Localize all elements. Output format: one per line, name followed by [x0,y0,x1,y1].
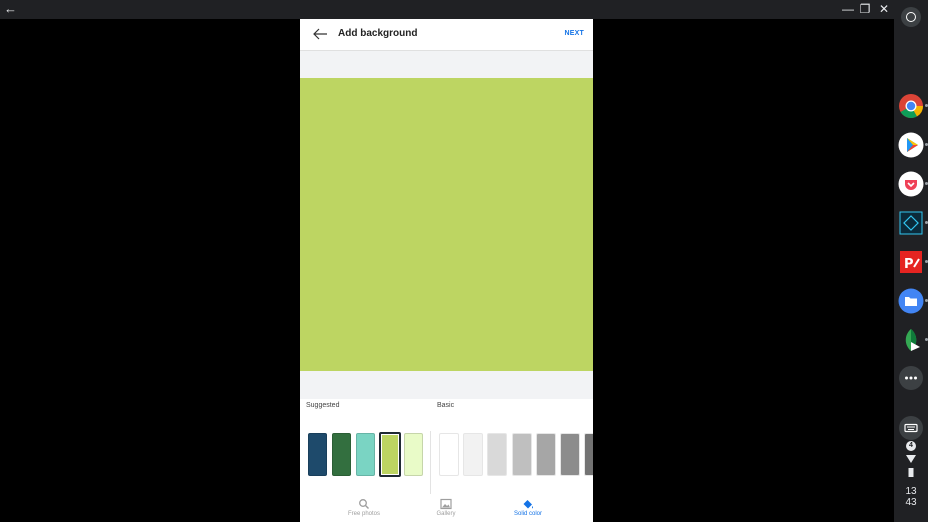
battery-icon [908,468,914,477]
suggested-swatch[interactable] [308,433,327,476]
next-button[interactable]: NEXT [565,30,584,37]
basic-swatch[interactable] [439,433,459,476]
bottom-navigation: Free photos Gallery Solid color [300,494,593,522]
basic-label: Basic [437,402,455,409]
suggested-swatch[interactable] [332,433,351,476]
keyboard-icon[interactable] [898,415,924,441]
chrome-app-icon[interactable] [898,93,928,119]
clock-minute: 43 [905,497,917,508]
more-apps-button[interactable] [898,365,924,391]
basic-swatch[interactable] [463,433,483,476]
palette-divider [430,431,431,494]
basic-swatch[interactable] [536,433,556,476]
background-canvas [300,78,593,371]
window-back-icon[interactable]: ← [4,2,18,16]
suggested-swatch-selected[interactable] [379,432,401,477]
files-app-icon[interactable] [898,288,928,314]
restore-icon[interactable]: ❐ [858,2,872,16]
suggested-swatch[interactable] [356,433,375,476]
launcher-button[interactable] [901,7,921,27]
app-window: Add background NEXT Suggested Basic Free… [300,19,593,522]
tab-gallery[interactable]: Gallery [406,494,486,522]
page-title: Add background [338,28,418,39]
clock-hour: 13 [905,486,917,497]
notification-count-badge: 4 [906,441,916,451]
tab-solid-color[interactable]: Solid color [488,494,568,522]
tab-label: Gallery [436,511,456,517]
window-titlebar: ← — ❐ ✕ [0,0,894,19]
basic-swatch[interactable] [487,433,507,476]
photoshop-fix-app-icon[interactable] [898,210,928,236]
snapseed-app-icon[interactable] [898,327,928,353]
minimize-icon[interactable]: — [841,2,855,16]
tab-label: Free photos [347,511,381,517]
tab-label: Solid color [513,511,542,517]
basic-swatch[interactable] [584,433,593,476]
svg-text:P: P [904,257,914,272]
basic-swatch[interactable] [512,433,532,476]
back-arrow-icon[interactable] [312,27,328,41]
image-icon [440,498,452,510]
search-icon [359,499,369,509]
paint-bucket-icon [523,500,533,509]
tab-free-photos[interactable]: Free photos [324,494,404,522]
suggested-swatch[interactable] [404,433,423,476]
status-area[interactable]: 4 13 43 [898,440,924,508]
suggested-label: Suggested [306,402,340,409]
close-icon[interactable]: ✕ [877,2,891,16]
app-bar: Add background NEXT [300,19,593,51]
pdf-app-icon[interactable]: P [898,249,928,275]
wifi-icon [906,455,916,463]
play-store-app-icon[interactable] [898,132,928,158]
pocket-app-icon[interactable] [898,171,928,197]
launcher-circle-icon [906,12,916,22]
basic-swatch[interactable] [560,433,580,476]
